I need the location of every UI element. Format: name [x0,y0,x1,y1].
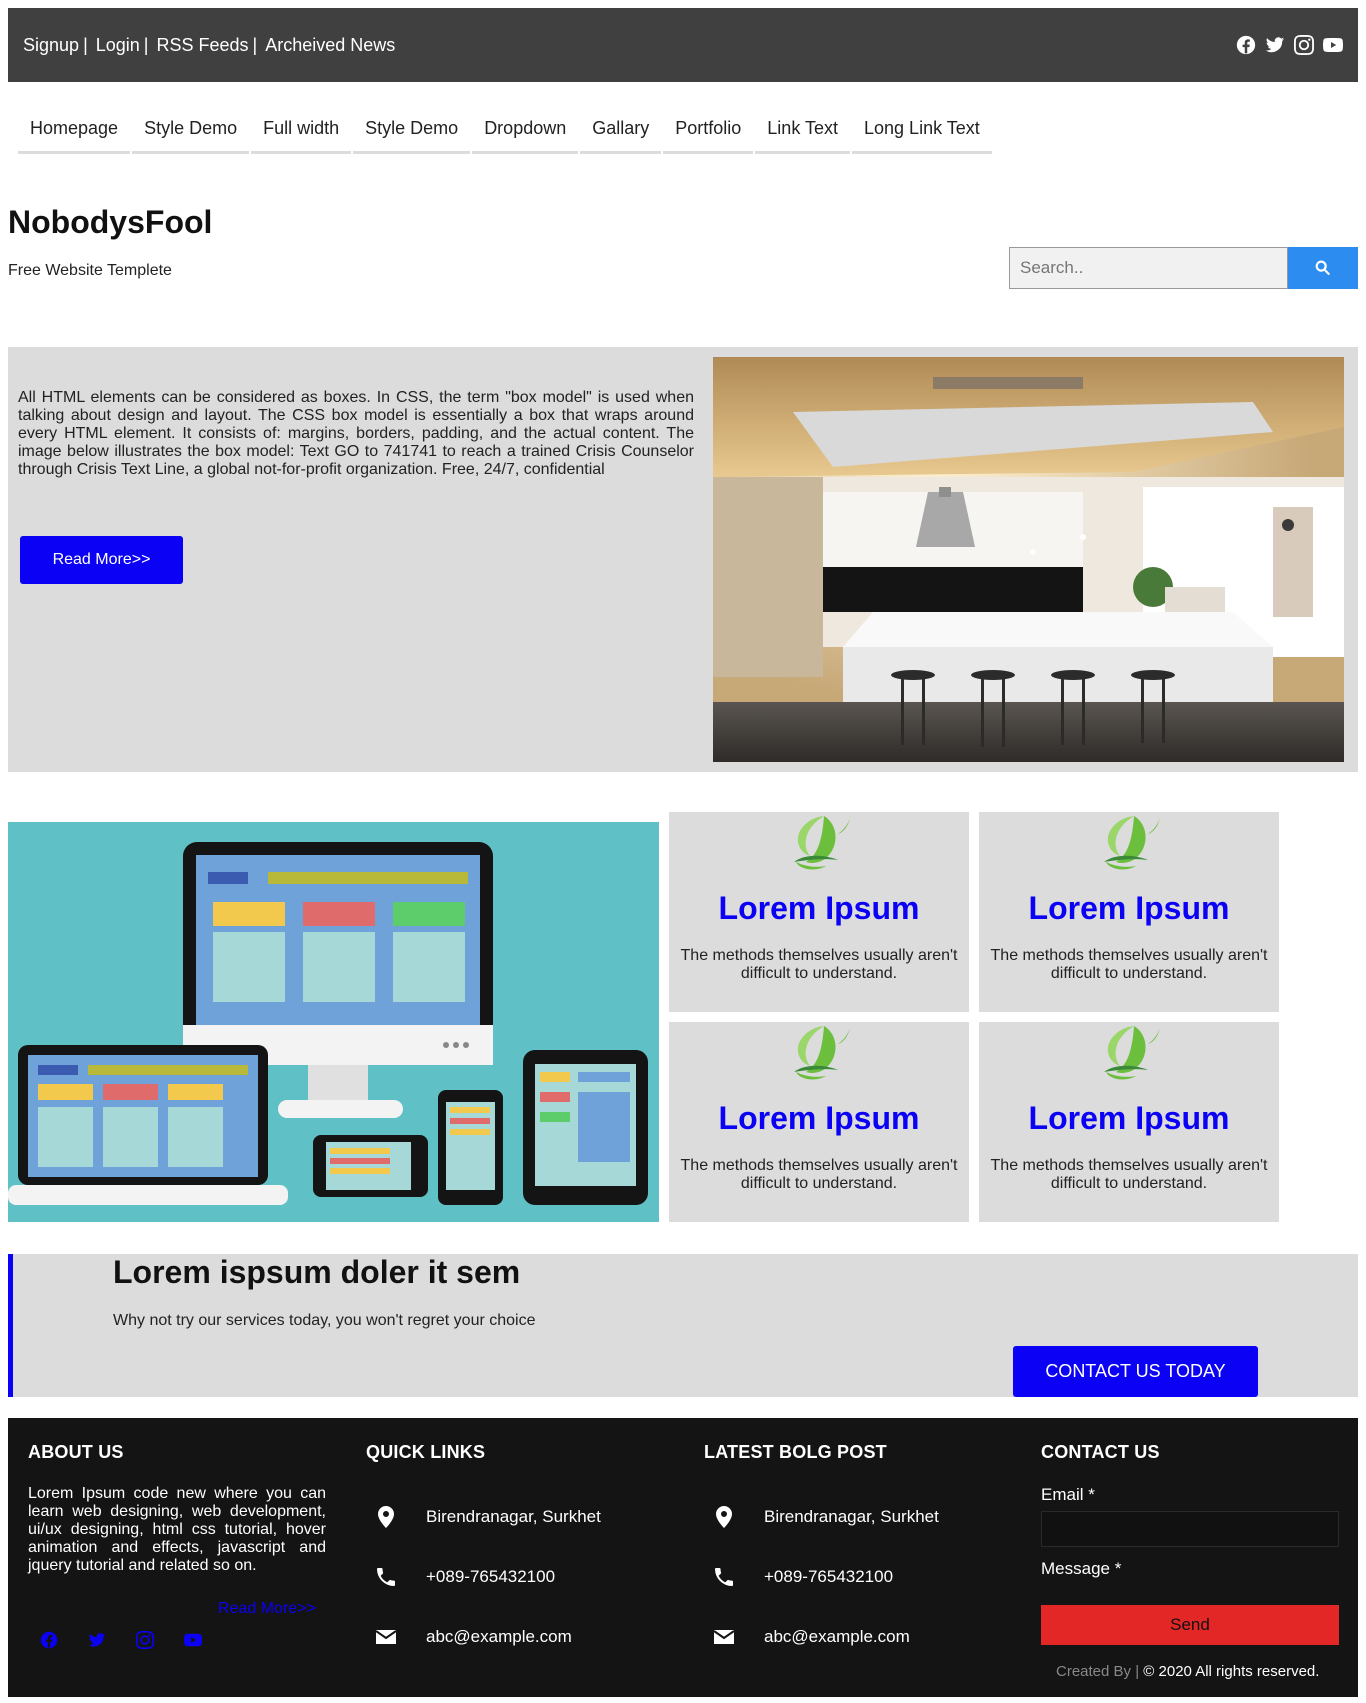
twitter-icon[interactable] [88,1631,106,1649]
nav-item-style-demo[interactable]: Style Demo [132,104,250,154]
footer-latest-blog: LATEST BOLG POST Birendranagar, Surkhet … [704,1442,1004,1667]
card-text: The methods themselves usually aren't di… [680,947,958,982]
signup-link[interactable]: Signup [23,35,79,56]
search-icon [1315,260,1331,276]
footer: ABOUT US Lorem Ipsum code new where you … [8,1418,1358,1697]
email-item: abc@example.com [704,1607,1004,1667]
message-label: Message * [1041,1559,1122,1578]
feature-card: Lorem Ipsum The methods themselves usual… [979,812,1279,1012]
email-field[interactable] [1041,1511,1339,1547]
address-text: Birendranagar, Surkhet [426,1507,601,1526]
address-text: Birendranagar, Surkhet [764,1507,939,1526]
site-subtitle: Free Website Templete [8,262,172,279]
address-item: Birendranagar, Surkhet [704,1487,1004,1547]
nav-item-portfolio[interactable]: Portfolio [663,104,754,154]
phone-icon [715,1568,733,1586]
phone-item: +089-765432100 [704,1547,1004,1607]
facebook-icon[interactable] [1236,35,1256,55]
nav-item-full-width[interactable]: Full width [251,104,352,154]
quick-links-list: Birendranagar, Surkhet +089-765432100 ab… [366,1487,666,1667]
nav-item-long-link-text[interactable]: Long Link Text [852,104,992,154]
address-item: Birendranagar, Surkhet [366,1487,666,1547]
leaf-logo-icon [794,1026,850,1080]
top-social-icons [1236,35,1343,55]
rss-feeds-link[interactable]: RSS Feeds [156,35,248,56]
separator: | [252,34,258,55]
footer-about-heading: ABOUT US [28,1442,124,1462]
envelope-icon [375,1630,397,1644]
footer-quick-links: QUICK LINKS Birendranagar, Surkhet +089-… [366,1442,666,1667]
footer-latest-blog-heading: LATEST BOLG POST [704,1442,887,1462]
contact-us-button[interactable]: CONTACT US TODAY [1013,1346,1258,1397]
footer-social-icons [40,1631,202,1649]
email-text: abc@example.com [764,1627,910,1646]
feature-card: Lorem Ipsum The methods themselves usual… [669,812,969,1012]
nav-item-dropdown[interactable]: Dropdown [472,104,579,154]
top-bar: Signup | Login | RSS Feeds | Archeived News [8,8,1358,82]
footer-about-text: Lorem Ipsum code new where you can learn… [28,1485,326,1574]
instagram-icon[interactable] [136,1631,154,1649]
separator: | [143,34,149,55]
cta-heading: Lorem ispsum doler it sem [113,1254,521,1290]
location-pin-icon [716,1506,732,1528]
feature-card: Lorem Ipsum The methods themselves usual… [669,1022,969,1222]
read-more-button[interactable]: Read More>> [20,536,183,584]
top-links: Signup | Login | RSS Feeds | Archeived News [23,35,395,56]
search-button[interactable] [1288,247,1358,289]
phone-text: +089-765432100 [426,1567,556,1586]
card-text: The methods themselves usually aren't di… [990,947,1268,982]
leaf-logo-icon [794,816,850,870]
envelope-icon [713,1630,735,1644]
email-item: abc@example.com [366,1607,666,1667]
nav-item-link-text[interactable]: Link Text [755,104,851,154]
email-label: Email * [1041,1485,1095,1504]
hero-text: All HTML elements can be considered as b… [18,389,694,478]
card-text: The methods themselves usually aren't di… [680,1157,958,1192]
card-title: Lorem Ipsum [718,890,920,926]
latest-blog-list: Birendranagar, Surkhet +089-765432100 ab… [704,1487,1004,1667]
footer-quick-links-heading: QUICK LINKS [366,1442,486,1462]
leaf-logo-icon [1104,816,1160,870]
footer-contact: CONTACT US Email * Message * Send [1041,1442,1341,1645]
nav-item-style-demo-2[interactable]: Style Demo [353,104,471,154]
youtube-icon[interactable] [1323,35,1343,55]
card-title: Lorem Ipsum [1028,890,1230,926]
main-nav: Homepage Style Demo Full width Style Dem… [18,104,994,154]
nav-item-homepage[interactable]: Homepage [18,104,131,154]
twitter-icon[interactable] [1265,35,1285,55]
facebook-icon[interactable] [40,1631,58,1649]
devices-illustration [8,822,659,1222]
email-text: abc@example.com [426,1627,572,1646]
footer-about: ABOUT US Lorem Ipsum code new where you … [28,1442,328,1617]
archived-news-link[interactable]: Archeived News [265,35,395,56]
card-title: Lorem Ipsum [718,1100,920,1136]
copyright-icon: © [1143,1663,1155,1680]
youtube-icon[interactable] [184,1631,202,1649]
kitchen-image [713,357,1344,762]
instagram-icon[interactable] [1294,35,1314,55]
phone-text: +089-765432100 [764,1567,894,1586]
copyright: Created By | © 2020 All rights reserved. [1056,1663,1319,1680]
location-pin-icon [378,1506,394,1528]
footer-read-more-link[interactable]: Read More>> [218,1600,316,1618]
search-bar [1009,247,1358,289]
site-title: NobodysFool [8,204,213,240]
leaf-logo-icon [1104,1026,1160,1080]
login-link[interactable]: Login [96,35,140,56]
nav-item-gallary[interactable]: Gallary [580,104,662,154]
send-button[interactable]: Send [1041,1605,1339,1645]
card-text: The methods themselves usually aren't di… [990,1157,1268,1192]
feature-card: Lorem Ipsum The methods themselves usual… [979,1022,1279,1222]
card-title: Lorem Ipsum [1028,1100,1230,1136]
cta-section: Lorem ispsum doler it sem Why not try ou… [8,1254,1358,1397]
hero-section: All HTML elements can be considered as b… [8,347,1358,772]
credit-suffix: 2020 All rights reserved. [1158,1663,1320,1680]
search-input[interactable] [1009,247,1288,289]
separator: | [83,34,88,55]
cta-text: Why not try our services today, you won'… [113,1312,536,1329]
phone-icon [377,1568,395,1586]
phone-item: +089-765432100 [366,1547,666,1607]
credit-prefix: Created By | [1056,1663,1140,1680]
footer-contact-heading: CONTACT US [1041,1442,1160,1462]
